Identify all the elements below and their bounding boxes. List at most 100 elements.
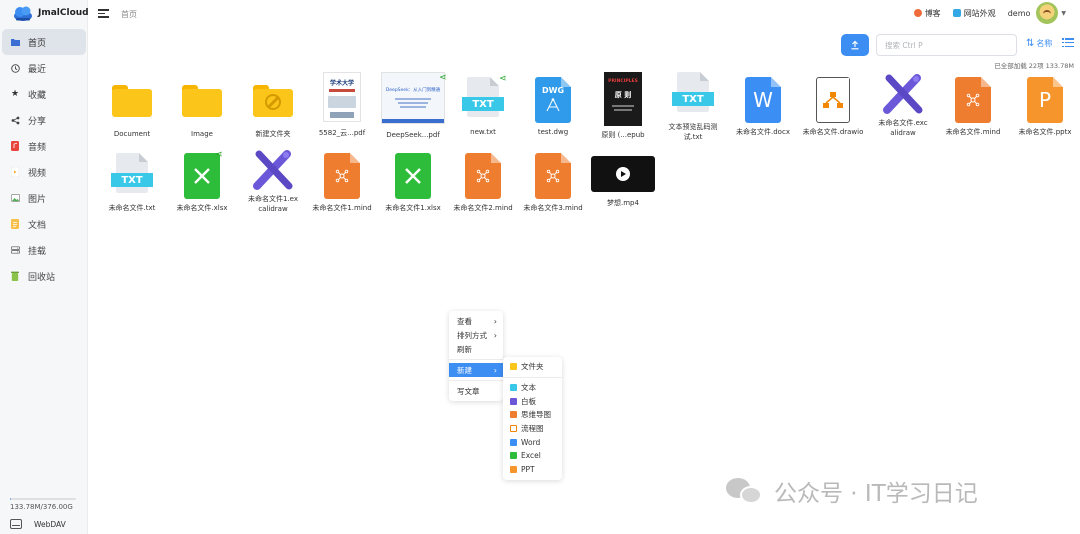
submenu-item-word[interactable]: Word bbox=[503, 435, 562, 449]
file-item-epub[interactable]: PRINCIPLES 原 则 原则 (...epub bbox=[588, 72, 658, 140]
submenu-item-text[interactable]: 文本 bbox=[503, 381, 562, 395]
file-item-pdf-1[interactable]: 学术大学 5582_云...pdf bbox=[307, 72, 377, 138]
sidebar-item-mount[interactable]: 挂载 bbox=[2, 237, 86, 263]
sidebar: JmalCloud 首页 最近 ★ 收藏 分享 音频 视频 图片 文档 挂载 回… bbox=[0, 0, 89, 534]
file-item-mind-2[interactable]: 未命名文件2.mind bbox=[448, 153, 518, 213]
word-file-icon bbox=[510, 438, 517, 446]
sidebar-item-documents[interactable]: 文档 bbox=[2, 211, 86, 237]
webdav-button[interactable]: WebDAV bbox=[10, 519, 66, 529]
file-item-mind-3[interactable]: 未命名文件3.mind bbox=[518, 153, 588, 213]
menu-divider bbox=[503, 376, 562, 378]
menu-item-new[interactable]: 新建 › bbox=[449, 363, 503, 377]
sidebar-item-recent[interactable]: 最近 bbox=[2, 55, 86, 81]
file-name: 未命名文件.txt bbox=[108, 204, 156, 212]
search-input[interactable] bbox=[876, 34, 1017, 56]
sort-button[interactable]: ⇅ 名称 bbox=[1026, 38, 1052, 49]
file-item-mind[interactable]: 未命名文件.mind bbox=[938, 77, 1008, 137]
share-icon: ⋖ bbox=[499, 74, 507, 84]
file-item-txt[interactable]: TXT 未命名文件.txt bbox=[97, 153, 167, 213]
excalidraw-icon bbox=[881, 72, 925, 116]
file-item-image[interactable]: Image bbox=[167, 77, 237, 139]
pdf-thumbnail: DeepSeek：从入门到精通 bbox=[381, 72, 445, 124]
submenu-item-whiteboard[interactable]: 白板 bbox=[503, 394, 562, 408]
excel-file-icon: ⋖ bbox=[184, 150, 223, 199]
sidebar-item-favorites[interactable]: ★ 收藏 bbox=[2, 81, 86, 107]
site-view-link[interactable]: 网站外观 bbox=[952, 8, 996, 19]
excalidraw-icon bbox=[510, 397, 517, 405]
sidebar-item-label: 收藏 bbox=[28, 90, 47, 101]
menu-toggle-icon[interactable] bbox=[98, 9, 109, 18]
menu-item-label: 刷新 bbox=[457, 344, 472, 354]
submenu-item-excel[interactable]: Excel bbox=[503, 449, 562, 463]
submenu-item-label: 白板 bbox=[521, 396, 536, 406]
shirt-icon bbox=[952, 9, 961, 17]
sidebar-item-video[interactable]: 视频 bbox=[2, 159, 86, 185]
file-item-dwg[interactable]: DWG test.dwg bbox=[518, 77, 588, 137]
menu-item-refresh[interactable]: 刷新 bbox=[449, 342, 503, 356]
menu-item-sort[interactable]: 排列方式 › bbox=[449, 328, 503, 342]
file-item-pptx[interactable]: P 未命名文件.pptx bbox=[1010, 77, 1080, 137]
txt-badge: TXT bbox=[111, 173, 153, 187]
sidebar-item-trash[interactable]: 回收站 bbox=[2, 263, 86, 289]
sidebar-item-audio[interactable]: 音频 bbox=[2, 133, 86, 159]
sort-label: 名称 bbox=[1036, 39, 1053, 48]
file-name: 未命名文件3.mind bbox=[523, 204, 583, 212]
ban-icon bbox=[265, 94, 281, 110]
file-item-new-folder[interactable]: 新建文件夹 bbox=[238, 77, 308, 139]
folder-icon bbox=[253, 85, 293, 117]
file-item-video[interactable]: 梦想.mp4 bbox=[588, 151, 658, 208]
submenu-item-label: 流程图 bbox=[521, 424, 544, 434]
file-item-pdf-deepseek[interactable]: DeepSeek：从入门到精通 ⋖ DeepSeek...pdf bbox=[378, 72, 448, 140]
dwg-file-icon: DWG bbox=[535, 77, 571, 123]
submenu-item-folder[interactable]: 文件夹 bbox=[503, 360, 562, 374]
sidebar-item-home[interactable]: 首页 bbox=[2, 29, 86, 55]
upload-button[interactable] bbox=[841, 34, 869, 56]
epub-thumbnail: PRINCIPLES 原 则 bbox=[604, 72, 642, 126]
file-item-excalidraw[interactable]: 未命名文件.excalidraw bbox=[868, 72, 938, 138]
file-item-xlsx-shared[interactable]: ⋖ 未命名文件.xlsx bbox=[167, 150, 237, 213]
file-name: 未命名文件.docx bbox=[736, 128, 790, 136]
chevron-down-icon[interactable]: ▼ bbox=[1061, 10, 1066, 17]
ppt-file-icon: P bbox=[1027, 77, 1063, 123]
file-item-mind-1[interactable]: 未命名文件1.mind bbox=[307, 153, 377, 213]
excel-file-icon bbox=[395, 153, 431, 199]
list-view-icon[interactable] bbox=[1062, 38, 1074, 48]
folder-icon bbox=[10, 37, 20, 47]
mind-file-icon bbox=[510, 411, 517, 419]
video-icon bbox=[10, 167, 20, 177]
username[interactable]: demo bbox=[1008, 9, 1031, 18]
submenu-item-ppt[interactable]: PPT bbox=[503, 463, 562, 477]
blog-link[interactable]: 博客 bbox=[913, 8, 941, 19]
chevron-right-icon: › bbox=[493, 316, 497, 326]
sidebar-item-label: 音频 bbox=[28, 142, 47, 153]
file-item-xlsx-1[interactable]: 未命名文件1.xlsx bbox=[378, 153, 448, 213]
watermark: 公众号 · IT学习日记 bbox=[726, 474, 978, 508]
txt-file-icon: TXT bbox=[672, 72, 714, 118]
file-item-excalidraw-1[interactable]: 未命名文件1.excalidraw bbox=[238, 148, 308, 214]
menu-item-write-article[interactable]: 写文章 bbox=[449, 384, 503, 398]
file-item-document[interactable]: Document bbox=[97, 77, 167, 139]
new-submenu: 文件夹 文本 白板 思维导图 流程图 Word Excel PPT bbox=[503, 357, 562, 480]
menu-item-label: 查看 bbox=[457, 316, 472, 326]
menu-item-view[interactable]: 查看 › bbox=[449, 314, 503, 328]
sidebar-item-share[interactable]: 分享 bbox=[2, 107, 86, 133]
submenu-item-flowchart[interactable]: 流程图 bbox=[503, 422, 562, 436]
app-logo[interactable]: JmalCloud bbox=[13, 4, 89, 22]
file-name: 原则 (...epub bbox=[601, 131, 645, 139]
submenu-item-mindmap[interactable]: 思维导图 bbox=[503, 408, 562, 422]
submenu-item-label: Word bbox=[521, 437, 541, 447]
sidebar-item-label: 最近 bbox=[28, 64, 47, 75]
file-name: Image bbox=[191, 130, 213, 138]
breadcrumb[interactable]: 首页 bbox=[121, 9, 137, 20]
upload-icon bbox=[851, 40, 859, 50]
file-name: 文本预览乱码测试.txt bbox=[668, 123, 718, 141]
sidebar-item-images[interactable]: 图片 bbox=[2, 185, 86, 211]
sidebar-item-label: 文档 bbox=[28, 220, 47, 231]
file-item-txt-preview[interactable]: TXT 文本预览乱码测试.txt bbox=[658, 72, 728, 142]
site-view-label: 网站外观 bbox=[963, 8, 996, 18]
avatar[interactable] bbox=[1036, 2, 1059, 24]
file-item-docx[interactable]: W 未命名文件.docx bbox=[728, 77, 798, 137]
menu-item-label: 排列方式 bbox=[457, 330, 487, 340]
file-item-drawio[interactable]: 未命名文件.drawio bbox=[798, 77, 868, 137]
file-item-new-txt[interactable]: TXT ⋖ new.txt bbox=[448, 74, 518, 137]
